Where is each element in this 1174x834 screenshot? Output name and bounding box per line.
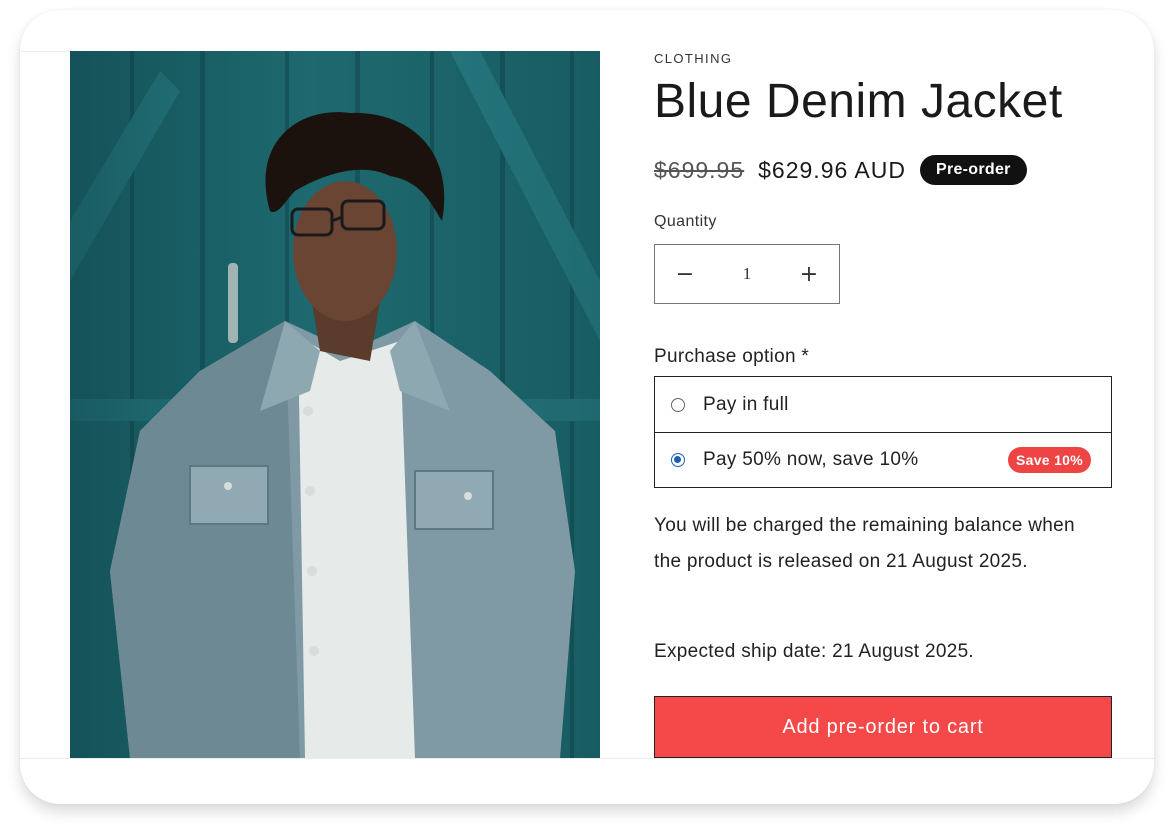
option-label: Pay in full [703, 393, 789, 415]
save-badge: Save 10% [1007, 447, 1091, 473]
quantity-input[interactable] [715, 245, 779, 303]
option-pay-in-full[interactable]: Pay in full [655, 377, 1111, 432]
price-row: $699.95 $629.96 AUD Pre-order [654, 152, 1027, 188]
add-to-cart-button[interactable]: Add pre-order to cart [654, 696, 1112, 758]
product-card: CLOTHING Blue Denim Jacket $699.95 $629.… [20, 10, 1154, 804]
plus-icon[interactable]: + [779, 245, 839, 303]
radio-button[interactable] [671, 397, 685, 412]
radio-button-selected[interactable] [671, 453, 685, 467]
product-image [70, 51, 600, 758]
purchase-option-label: Purchase option * [654, 346, 810, 367]
divider [20, 758, 1154, 759]
minus-icon[interactable]: − [655, 245, 715, 303]
balance-note: You will be charged the remaining balanc… [654, 515, 1075, 572]
ship-date-note: Expected ship date: 21 August 2025. [654, 641, 975, 662]
quantity-stepper: − + [654, 244, 840, 304]
option-label: Pay 50% now, save 10% [703, 449, 919, 470]
preorder-badge: Pre-order [919, 155, 1027, 185]
sale-price: $629.96 AUD [758, 156, 906, 183]
option-pay-deposit[interactable]: Pay 50% now, save 10% Save 10% [655, 432, 1111, 487]
original-price: $699.95 [654, 156, 745, 183]
divider [20, 51, 70, 52]
purchase-option-group: Pay in full Pay 50% now, save 10% Save 1… [654, 376, 1112, 488]
quantity-label: Quantity [654, 213, 717, 230]
product-title: Blue Denim Jacket [654, 75, 1063, 128]
product-vendor: CLOTHING [654, 51, 733, 66]
